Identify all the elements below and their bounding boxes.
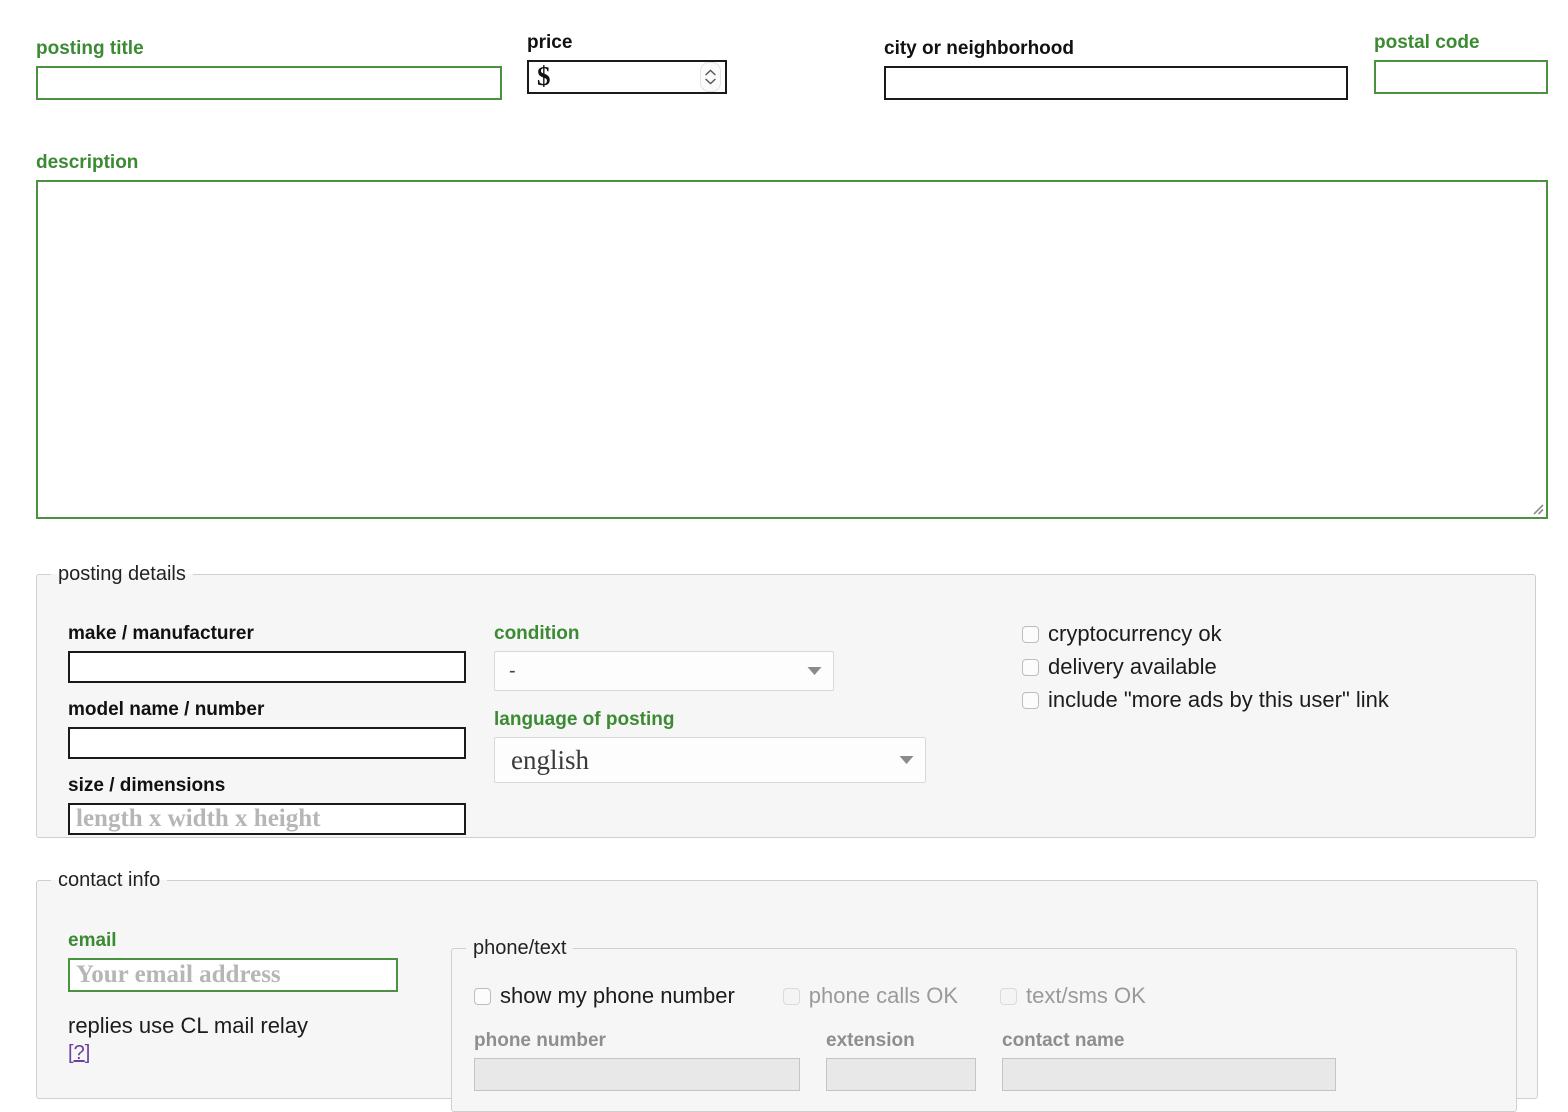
chevron-up-icon (705, 69, 716, 76)
city-field-group: city or neighborhood (884, 38, 1348, 100)
mail-relay-help-link[interactable]: [?] (68, 1042, 90, 1065)
model-name-number-input[interactable] (68, 726, 466, 759)
contact-name-field-group: contact name (1002, 1030, 1336, 1091)
posting-details-options-list: cryptocurrency ok delivery available inclu… (1022, 621, 1492, 722)
top-fields-row: posting title price $ city or neighborho (0, 0, 1568, 140)
contact-info-legend: contact info (58, 869, 161, 891)
question-mark-icon: ? (73, 1042, 85, 1065)
posting-details-column-middle: condition - language of posting english (494, 623, 934, 783)
price-input[interactable] (550, 61, 725, 92)
make-field-group: make / manufacturer (68, 623, 468, 683)
size-dimensions-label: size / dimensions (68, 774, 226, 796)
posting-detail-option-checkbox-0[interactable] (1022, 625, 1039, 643)
description-field-group: description (36, 152, 1548, 519)
phone-text-option-label-0: show my phone number (500, 983, 735, 1008)
posting-title-input[interactable] (36, 65, 502, 100)
phone-number-label: phone number (474, 1030, 606, 1051)
condition-field-group: condition - (494, 623, 934, 691)
phone-text-options-row: show my phone number phone calls OK text/s… (474, 983, 1146, 1008)
mail-relay-note: replies use CL mail relay (68, 1012, 309, 1038)
phone-text-option-checkbox-0 (1000, 987, 1017, 1005)
price-number-spinner[interactable] (700, 61, 721, 92)
phone-text-fields-row: phone number extension contact name (474, 1030, 1362, 1091)
city-or-neighborhood-input[interactable] (884, 65, 1348, 100)
posting-title-label: posting title (36, 38, 144, 59)
contact-name-label: contact name (1002, 1030, 1125, 1051)
price-input-wrapper: $ (527, 59, 727, 94)
phone-number-input[interactable] (474, 1057, 800, 1091)
condition-select-wrapper: - (494, 650, 834, 691)
extension-field-group: extension (826, 1030, 976, 1091)
posting-detail-option-row[interactable]: delivery available (1022, 654, 1492, 680)
posting-detail-option-label-1: delivery available (1048, 654, 1217, 680)
description-textarea-wrapper (36, 179, 1548, 519)
postal-code-input[interactable] (1374, 59, 1548, 94)
model-name-number-label: model name / number (68, 698, 265, 720)
posting-details-legend: posting details (58, 563, 186, 585)
make-manufacturer-input[interactable] (68, 650, 466, 683)
posting-detail-option-checkbox-2[interactable] (1022, 691, 1039, 709)
posting-title-field-group: posting title (36, 38, 502, 100)
model-field-group: model name / number (68, 699, 468, 759)
description-textarea[interactable] (36, 179, 1548, 519)
contact-info-fieldset: contact info email replies use CL mail r… (36, 869, 1538, 1112)
extension-label: extension (826, 1030, 915, 1051)
dollar-sign-icon: $ (537, 61, 551, 92)
size-dimensions-input[interactable] (68, 802, 466, 835)
city-or-neighborhood-label: city or neighborhood (884, 38, 1074, 59)
description-label: description (36, 152, 139, 173)
posting-detail-option-row[interactable]: cryptocurrency ok (1022, 621, 1492, 646)
posting-details-fieldset: posting details make / manufacturer mode… (36, 563, 1536, 838)
phone-text-option-checkbox-0 (782, 987, 800, 1005)
phone-text-option-checkbox-0[interactable] (474, 987, 491, 1005)
posting-detail-option-label-0: cryptocurrency ok (1048, 621, 1222, 646)
price-field-group: price $ (527, 32, 727, 94)
language-of-posting-select[interactable]: english (494, 736, 926, 783)
price-label: price (527, 32, 573, 53)
chevron-down-icon (705, 78, 716, 85)
extension-input[interactable] (826, 1057, 976, 1091)
condition-label: condition (494, 623, 580, 644)
posting-detail-option-label-2: include "more ads by this user" link (1048, 687, 1389, 713)
contact-name-input[interactable] (1002, 1057, 1336, 1091)
language-field-group: language of posting english (494, 709, 934, 783)
phone-number-field-group: phone number (474, 1030, 800, 1091)
email-input[interactable] (68, 957, 398, 992)
postal-code-label: postal code (1374, 32, 1480, 53)
language-select-wrapper: english (494, 736, 926, 783)
posting-form-page: posting title price $ city or neighborho (0, 0, 1568, 1112)
posting-detail-option-row[interactable]: include "more ads by this user" link (1022, 688, 1492, 712)
phone-text-fieldset: phone/text show my phone number phone cal… (451, 937, 1517, 1112)
size-field-group: size / dimensions (68, 775, 468, 835)
phone-text-option-row[interactable]: text/sms OK (1000, 983, 1146, 1008)
bracket-close: ] (84, 1042, 91, 1065)
contact-info-left-column: email replies use CL mail relay [?] (68, 930, 428, 1065)
phone-text-option-row[interactable]: phone calls OK (782, 983, 958, 1008)
posting-details-column-left: make / manufacturer model name / number … (68, 623, 468, 835)
postal-code-field-group: postal code (1374, 32, 1548, 94)
language-of-posting-label: language of posting (494, 708, 675, 730)
make-manufacturer-label: make / manufacturer (68, 623, 254, 644)
phone-text-option-row[interactable]: show my phone number (474, 983, 735, 1008)
posting-detail-option-checkbox-1[interactable] (1022, 658, 1039, 676)
condition-select[interactable]: - (494, 650, 834, 691)
phone-text-legend: phone/text (473, 937, 567, 959)
phone-text-option-label-0: text/sms OK (1026, 983, 1146, 1008)
phone-text-option-label-0: phone calls OK (808, 983, 958, 1008)
email-label: email (68, 930, 117, 951)
